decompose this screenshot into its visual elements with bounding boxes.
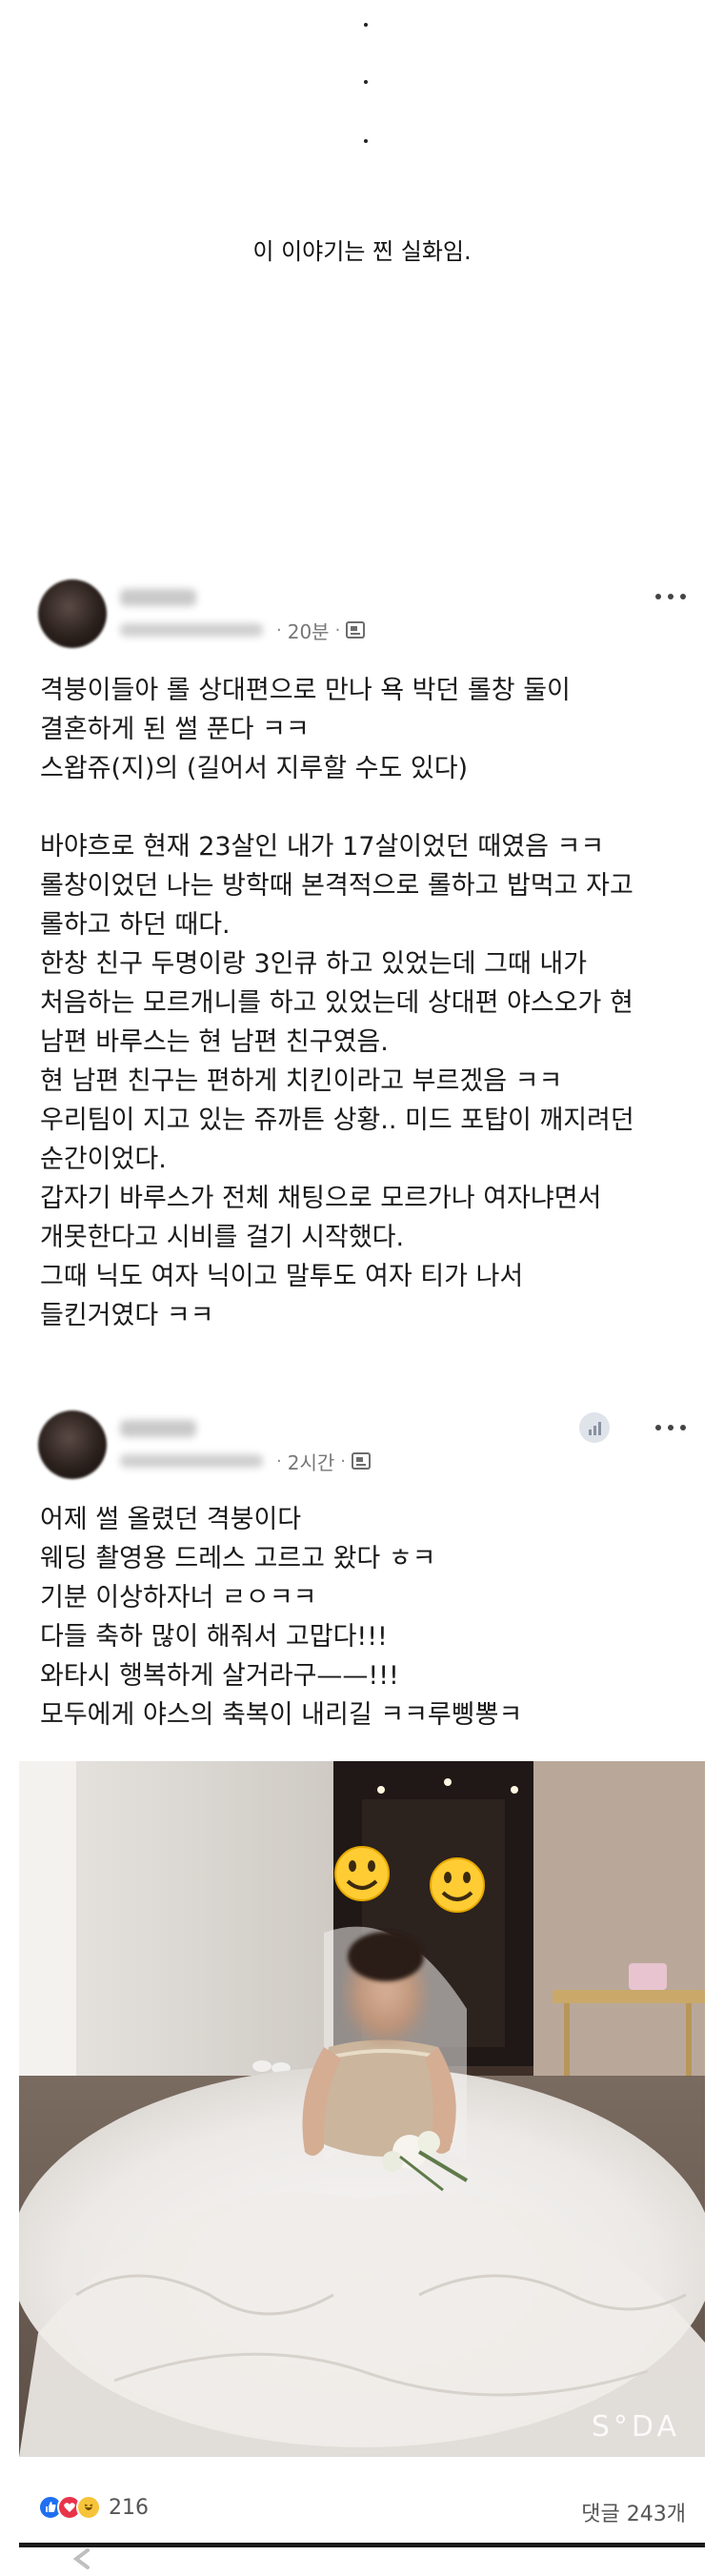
- post-card-2: · 2시간 · 어제 썰 올렸던 격붕이다 웨딩 촬영용 드레스 고르고 왔다 …: [0, 1393, 724, 2576]
- avatar[interactable]: [38, 1410, 107, 1479]
- post-body: 격붕이들아 롤 상대편으로 만나 욕 박던 롤창 둘이 결혼하게 된 썰 푼다 …: [40, 676, 634, 1330]
- author-name-blurred[interactable]: [120, 1420, 196, 1437]
- post-meta: · 2시간 ·: [120, 1448, 371, 1475]
- more-icon[interactable]: [655, 1422, 686, 1433]
- post-time[interactable]: 20분: [288, 617, 330, 644]
- ellipsis-dot-2: [364, 80, 368, 84]
- privacy-icon: [346, 621, 366, 639]
- post-meta: · 20분 ·: [120, 617, 366, 644]
- avatar[interactable]: [38, 579, 107, 648]
- post-body: 어제 썰 올렸던 격붕이다 웨딩 촬영용 드레스 고르고 왔다 ㅎㅋ 기분 이상…: [40, 1505, 523, 1730]
- chevron-left-icon[interactable]: [67, 2546, 101, 2571]
- post-card-1: · 20분 · 격붕이들아 롤 상대편으로 만나 욕 박던 롤창 둘이 결혼하게…: [0, 562, 724, 1353]
- intro-text: 이 이야기는 찐 실화임.: [252, 238, 472, 265]
- post-time[interactable]: 2시간: [288, 1448, 335, 1475]
- meta-blurred: [120, 1454, 263, 1468]
- wedding-photo-illustration: [19, 1761, 705, 2457]
- post-footer: 216 댓글 243개: [0, 2480, 724, 2537]
- ellipsis-dot-1: [364, 23, 368, 27]
- ellipsis-dot-3: [364, 139, 368, 143]
- smiley-face-icon: [334, 1846, 390, 1901]
- bottom-divider: [19, 2543, 705, 2547]
- meta-blurred: [120, 623, 263, 637]
- wedding-photo[interactable]: S°DA: [19, 1761, 705, 2457]
- smiley-face-icon: [430, 1857, 485, 1913]
- photo-watermark: S°DA: [591, 2410, 680, 2444]
- more-icon[interactable]: [655, 591, 686, 602]
- reactions-summary[interactable]: 216: [38, 2495, 149, 2520]
- reaction-count[interactable]: 216: [109, 2496, 149, 2520]
- haha-icon: [76, 2495, 101, 2520]
- stats-icon[interactable]: [579, 1412, 610, 1443]
- privacy-icon: [352, 1452, 371, 1470]
- comment-count[interactable]: 댓글 243개: [581, 2497, 686, 2527]
- author-name-blurred[interactable]: [120, 589, 196, 606]
